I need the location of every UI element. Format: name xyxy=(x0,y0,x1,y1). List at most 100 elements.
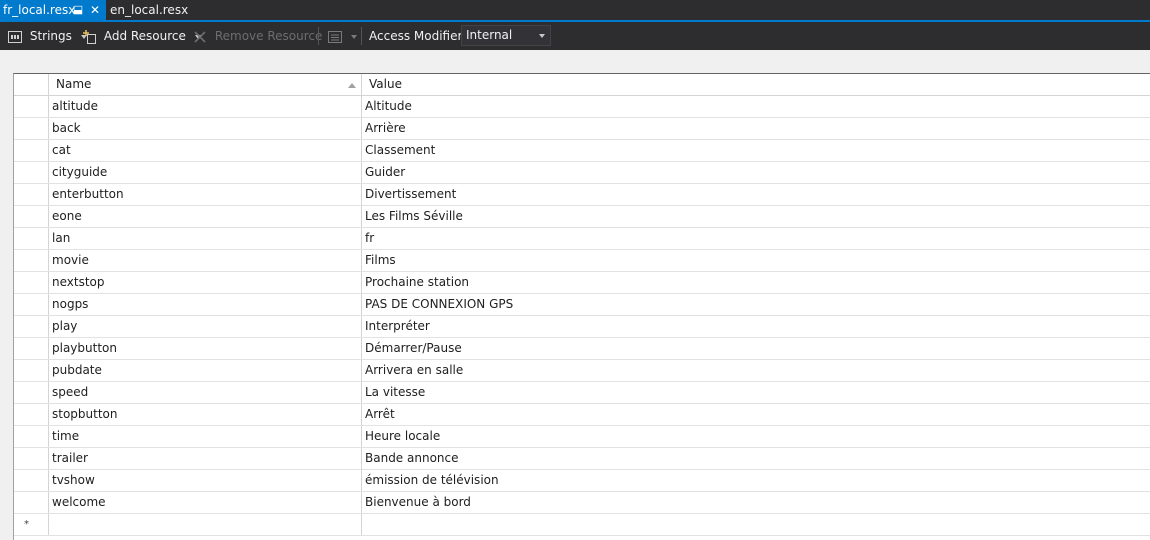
row-selector[interactable] xyxy=(14,316,49,337)
row-selector[interactable] xyxy=(14,382,49,403)
value-cell[interactable]: fr xyxy=(362,228,1150,249)
name-cell[interactable]: nogps xyxy=(49,294,362,315)
strings-dropdown-button[interactable]: Strings xyxy=(8,22,87,50)
value-cell[interactable]: émission de télévision xyxy=(362,470,1150,491)
pin-icon[interactable]: ⬓ xyxy=(72,0,84,20)
table-row[interactable]: nextstop Prochaine station xyxy=(14,272,1150,294)
table-row[interactable]: eone Les Films Séville xyxy=(14,206,1150,228)
row-selector[interactable] xyxy=(14,250,49,271)
value-cell[interactable]: Démarrer/Pause xyxy=(362,338,1150,359)
row-selector[interactable] xyxy=(14,448,49,469)
table-row[interactable]: welcome Bienvenue à bord xyxy=(14,492,1150,514)
table-row[interactable]: cityguide Guider xyxy=(14,162,1150,184)
table-row[interactable]: lan fr xyxy=(14,228,1150,250)
row-header-corner[interactable] xyxy=(14,74,49,95)
value-cell[interactable]: Heure locale xyxy=(362,426,1150,447)
name-cell[interactable]: altitude xyxy=(49,96,362,117)
row-selector[interactable] xyxy=(14,426,49,447)
name-cell[interactable]: eone xyxy=(49,206,362,227)
name-cell[interactable]: time xyxy=(49,426,362,447)
name-cell[interactable]: trailer xyxy=(49,448,362,469)
access-modifier-select[interactable]: Internal xyxy=(461,25,551,46)
grid-view-icon xyxy=(328,30,342,43)
table-row[interactable]: time Heure locale xyxy=(14,426,1150,448)
strings-label: Strings xyxy=(29,29,72,43)
name-cell[interactable]: stopbutton xyxy=(49,404,362,425)
row-selector[interactable] xyxy=(14,228,49,249)
table-row[interactable]: cat Classement xyxy=(14,140,1150,162)
table-row[interactable]: movie Films xyxy=(14,250,1150,272)
row-selector[interactable] xyxy=(14,118,49,139)
value-cell[interactable]: Altitude xyxy=(362,96,1150,117)
name-cell[interactable]: welcome xyxy=(49,492,362,513)
table-row[interactable]: stopbutton Arrêt xyxy=(14,404,1150,426)
table-row[interactable]: trailer Bande annonce xyxy=(14,448,1150,470)
name-cell[interactable]: lan xyxy=(49,228,362,249)
name-cell[interactable]: nextstop xyxy=(49,272,362,293)
table-row[interactable]: altitude Altitude xyxy=(14,96,1150,118)
value-cell[interactable]: Les Films Séville xyxy=(362,206,1150,227)
value-cell[interactable]: Arrière xyxy=(362,118,1150,139)
row-selector[interactable] xyxy=(14,206,49,227)
row-selector[interactable] xyxy=(14,272,49,293)
name-cell[interactable]: speed xyxy=(49,382,362,403)
value-cell[interactable]: Guider xyxy=(362,162,1150,183)
name-cell[interactable]: back xyxy=(49,118,362,139)
table-row[interactable]: back Arrière xyxy=(14,118,1150,140)
row-selector[interactable] xyxy=(14,96,49,117)
new-row[interactable]: * xyxy=(14,514,1150,536)
new-row-name-cell[interactable] xyxy=(49,514,362,535)
value-cell[interactable]: Bienvenue à bord xyxy=(362,492,1150,513)
value-cell[interactable]: Prochaine station xyxy=(362,272,1150,293)
name-cell[interactable]: play xyxy=(49,316,362,337)
table-row[interactable]: enterbutton Divertissement xyxy=(14,184,1150,206)
table-row[interactable]: playbutton Démarrer/Pause xyxy=(14,338,1150,360)
grid-header-row: Name Value xyxy=(14,74,1150,96)
row-selector[interactable] xyxy=(14,162,49,183)
row-selector[interactable]: * xyxy=(14,514,49,535)
tab-fr-local-resx[interactable]: fr_local.resx ⬓ ✕ xyxy=(0,0,106,20)
row-selector[interactable] xyxy=(14,338,49,359)
tab-en-local-resx[interactable]: en_local.resx xyxy=(108,0,188,20)
add-resource-button[interactable]: Add Resource xyxy=(83,22,201,50)
value-cell[interactable]: Interpréter xyxy=(362,316,1150,337)
toolbar-separator xyxy=(318,27,319,45)
value-cell[interactable]: Bande annonce xyxy=(362,448,1150,469)
column-header-value[interactable]: Value xyxy=(362,74,1150,95)
access-modifier-value: Internal xyxy=(466,28,513,42)
name-cell[interactable]: cityguide xyxy=(49,162,362,183)
value-cell[interactable]: Classement xyxy=(362,140,1150,161)
name-cell[interactable]: tvshow xyxy=(49,470,362,491)
row-selector[interactable] xyxy=(14,404,49,425)
column-header-value-label: Value xyxy=(369,77,402,91)
value-cell[interactable]: Arrêt xyxy=(362,404,1150,425)
column-header-name[interactable]: Name xyxy=(49,74,362,95)
value-cell[interactable]: Divertissement xyxy=(362,184,1150,205)
close-icon[interactable]: ✕ xyxy=(88,0,102,20)
table-row[interactable]: speed La vitesse xyxy=(14,382,1150,404)
row-selector[interactable] xyxy=(14,360,49,381)
name-cell[interactable]: cat xyxy=(49,140,362,161)
view-dropdown-button[interactable] xyxy=(328,22,357,50)
value-cell[interactable]: PAS DE CONNEXION GPS xyxy=(362,294,1150,315)
name-cell[interactable]: pubdate xyxy=(49,360,362,381)
value-cell[interactable]: Arrivera en salle xyxy=(362,360,1150,381)
row-selector[interactable] xyxy=(14,140,49,161)
new-row-value-cell[interactable] xyxy=(362,514,1150,535)
table-row[interactable]: pubdate Arrivera en salle xyxy=(14,360,1150,382)
name-cell[interactable]: movie xyxy=(49,250,362,271)
row-selector[interactable] xyxy=(14,294,49,315)
remove-icon xyxy=(194,30,206,43)
table-row[interactable]: play Interpréter xyxy=(14,316,1150,338)
row-selector[interactable] xyxy=(14,184,49,205)
row-selector[interactable] xyxy=(14,470,49,491)
name-cell[interactable]: enterbutton xyxy=(49,184,362,205)
name-cell[interactable]: playbutton xyxy=(49,338,362,359)
value-cell[interactable]: La vitesse xyxy=(362,382,1150,403)
table-row[interactable]: nogps PAS DE CONNEXION GPS xyxy=(14,294,1150,316)
table-row[interactable]: tvshow émission de télévision xyxy=(14,470,1150,492)
value-cell[interactable]: Films xyxy=(362,250,1150,271)
remove-resource-button[interactable]: Remove Resource xyxy=(194,22,322,50)
row-selector[interactable] xyxy=(14,492,49,513)
sort-ascending-icon xyxy=(348,83,356,88)
